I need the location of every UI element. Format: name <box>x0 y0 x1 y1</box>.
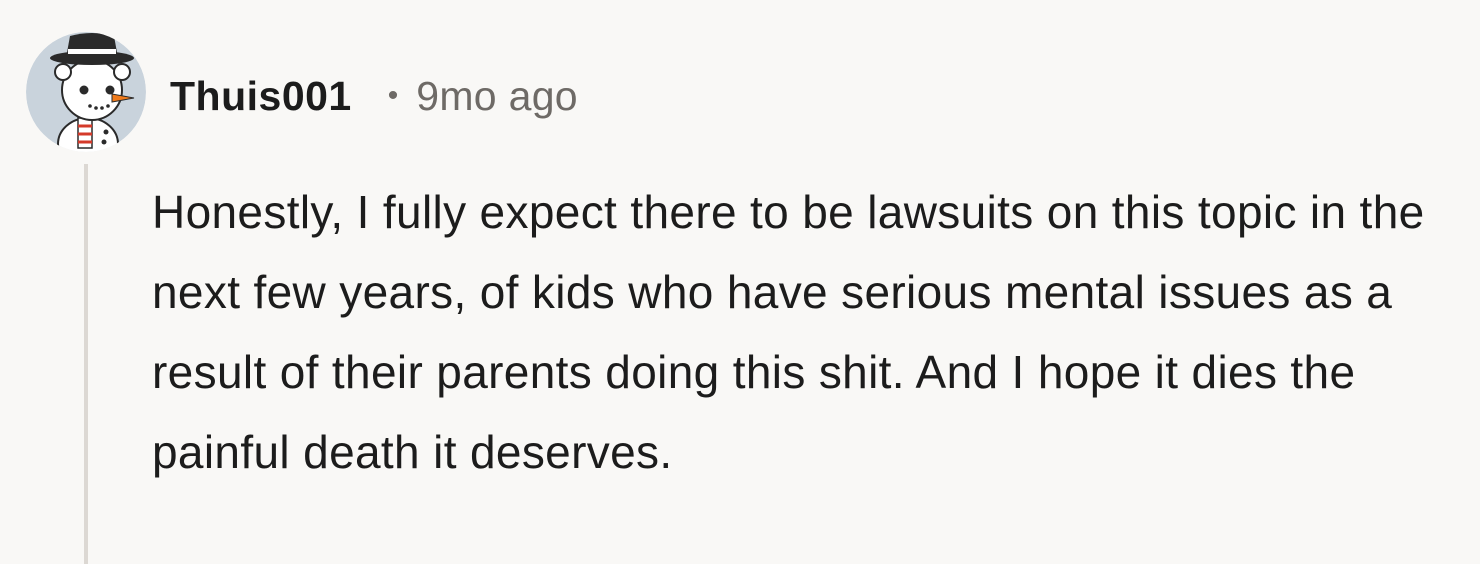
username-link[interactable]: Thuis001 <box>170 73 352 120</box>
comment-body: Honestly, I fully expect there to be law… <box>152 186 1425 478</box>
comment: Thuis001 • 9mo ago Honestly, I fully exp… <box>0 0 1480 564</box>
snowman-avatar-icon <box>26 32 146 152</box>
user-avatar[interactable] <box>26 32 146 152</box>
comment-meta: Thuis001 • 9mo ago <box>170 68 578 124</box>
thread-line[interactable] <box>84 164 88 564</box>
meta-separator: • <box>387 79 399 112</box>
timestamp[interactable]: 9mo ago <box>416 73 578 120</box>
